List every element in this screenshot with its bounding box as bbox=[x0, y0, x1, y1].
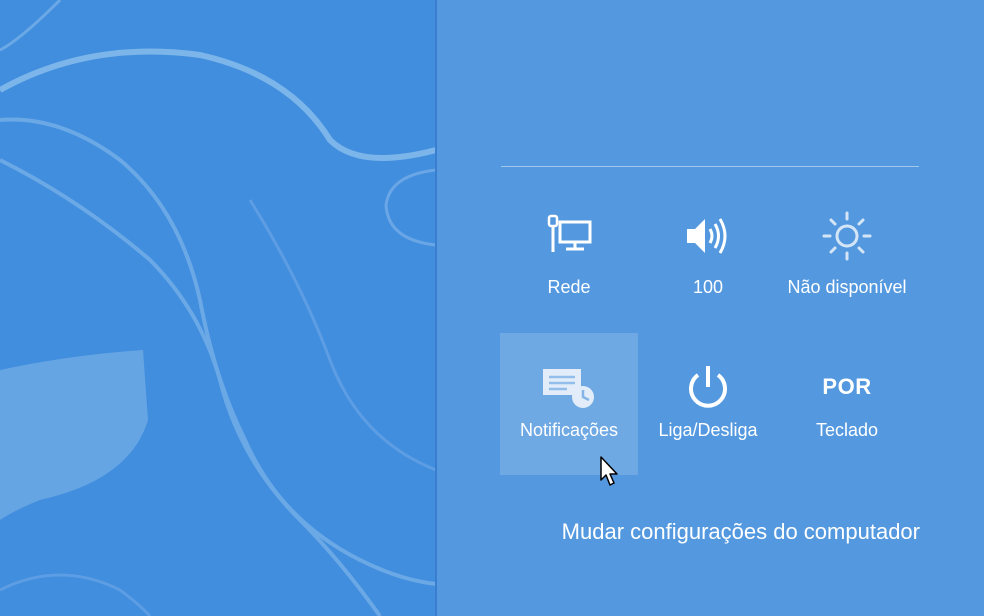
change-pc-settings-link[interactable]: Mudar configurações do computador bbox=[562, 518, 920, 546]
keyboard-language-code: POR bbox=[822, 374, 872, 399]
separator-line bbox=[501, 166, 919, 167]
tile-network[interactable]: Rede bbox=[500, 190, 638, 332]
tile-notifications[interactable]: Notificações bbox=[500, 333, 638, 475]
desktop-background bbox=[0, 0, 436, 616]
tile-brightness[interactable]: Não disponível bbox=[778, 190, 916, 332]
tile-keyboard[interactable]: POR Teclado bbox=[778, 333, 916, 475]
tile-notifications-label: Notificações bbox=[519, 420, 619, 440]
notifications-icon bbox=[500, 361, 638, 413]
tile-keyboard-label: Teclado bbox=[815, 420, 879, 440]
tile-volume-label: 100 bbox=[692, 277, 724, 297]
network-icon bbox=[500, 210, 638, 262]
tile-volume[interactable]: 100 bbox=[639, 190, 777, 332]
tile-brightness-label: Não disponível bbox=[787, 277, 907, 297]
power-icon bbox=[639, 361, 777, 413]
keyboard-language-icon: POR bbox=[778, 361, 916, 413]
mouse-cursor-icon bbox=[600, 456, 622, 493]
tile-power[interactable]: Liga/Desliga bbox=[639, 333, 777, 475]
tile-power-label: Liga/Desliga bbox=[658, 420, 758, 440]
settings-charm-panel: Rede 100 Não disponível Notificações Lig… bbox=[437, 0, 984, 616]
tile-network-label: Rede bbox=[547, 277, 591, 297]
brightness-icon bbox=[778, 210, 916, 262]
wallpaper-swirls bbox=[0, 0, 436, 616]
volume-icon bbox=[639, 210, 777, 262]
